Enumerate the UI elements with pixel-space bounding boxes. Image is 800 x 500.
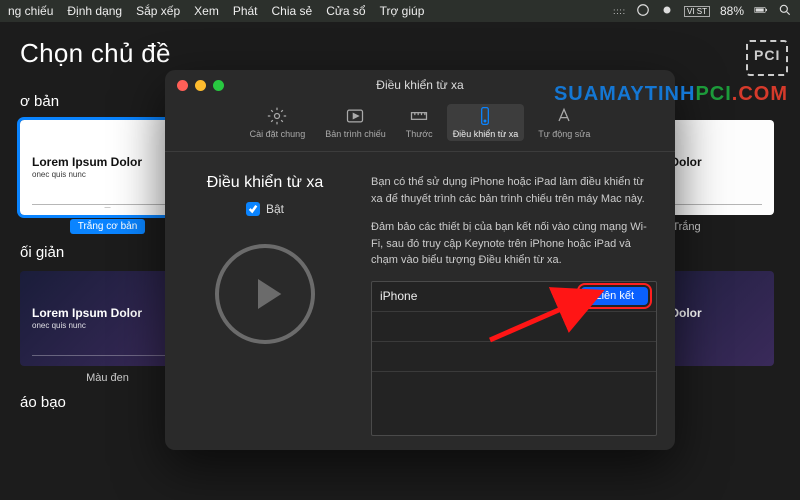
menu-item[interactable]: Định dạng: [67, 4, 122, 18]
device-name: iPhone: [380, 287, 417, 305]
menu-item[interactable]: ng chiếu: [8, 4, 53, 18]
remote-heading: Điều khiển từ xa: [207, 174, 324, 192]
minimize-window-button[interactable]: [195, 80, 206, 91]
watermark-logo-icon: [746, 40, 788, 76]
prefs-toolbar: Cài đặt chung Bản trình chiếu Thước Điều…: [165, 98, 675, 152]
device-table: iPhone Liên kết: [371, 281, 657, 437]
device-row-empty: [372, 312, 656, 342]
checkbox-label: Bật: [266, 202, 284, 216]
menu-item[interactable]: Xem: [194, 4, 219, 18]
checkbox-checked-icon: [246, 202, 260, 216]
tab-label: Điều khiển từ xa: [453, 129, 519, 139]
menu-item[interactable]: Chia sẻ: [272, 4, 313, 18]
device-row-empty: [372, 342, 656, 372]
dotted-indicator-icon: ::::: [613, 7, 626, 16]
menu-left: ng chiếu Định dạng Sắp xếp Xem Phát Chia…: [8, 4, 424, 18]
theme-title: Lorem Ipsum Dolor: [32, 306, 183, 322]
link-device-button[interactable]: Liên kết: [581, 287, 648, 305]
watermark: SUAMAYTINHPCI.COM: [554, 40, 788, 105]
remote-description-1: Bạn có thể sử dụng iPhone hoặc iPad làm …: [371, 174, 657, 207]
autocorrect-icon: [554, 106, 574, 126]
menu-item[interactable]: Cửa sổ: [326, 4, 365, 18]
gear-icon: [267, 106, 287, 126]
preferences-window: Điều khiển từ xa Cài đặt chung Bản trình…: [165, 70, 675, 450]
tab-remote[interactable]: Điều khiển từ xa: [447, 104, 525, 141]
watermark-text: .COM: [732, 83, 788, 105]
enable-remote-checkbox[interactable]: Bật: [246, 202, 284, 216]
ruler-icon: [409, 106, 429, 126]
remote-right-pane: Bạn có thể sử dụng iPhone hoặc iPad làm …: [365, 152, 675, 450]
tab-general[interactable]: Cài đặt chung: [244, 104, 312, 141]
menubar: ng chiếu Định dạng Sắp xếp Xem Phát Chia…: [0, 0, 800, 22]
play-preview-icon: [215, 244, 315, 344]
menu-item[interactable]: Phát: [233, 4, 258, 18]
input-source-badge[interactable]: VI ST: [684, 6, 710, 17]
menu-item[interactable]: Sắp xếp: [136, 4, 180, 18]
watermark-text: SUAMAYTINH: [554, 83, 696, 105]
creative-cloud-icon[interactable]: [636, 3, 650, 20]
device-row: iPhone Liên kết: [372, 282, 656, 312]
window-controls: [177, 80, 224, 91]
remote-icon: [475, 106, 495, 126]
remote-left-pane: Điều khiển từ xa Bật: [165, 152, 365, 450]
tab-rulers[interactable]: Thước: [400, 104, 439, 141]
spotlight-icon[interactable]: [778, 3, 792, 20]
battery-icon[interactable]: [754, 3, 768, 20]
tab-label: Bản trình chiếu: [325, 129, 386, 139]
tab-label: Thước: [406, 129, 433, 139]
zoom-window-button[interactable]: [213, 80, 224, 91]
theme-subtitle: onec quis nunc: [32, 321, 183, 331]
theme-caption-selected: Trắng cơ bản: [70, 219, 146, 234]
menu-right: :::: VI ST 88%: [613, 3, 792, 20]
theme-subtitle: onec quis nunc: [32, 170, 183, 180]
menu-item[interactable]: Trợ giúp: [380, 4, 425, 18]
tab-label: Cài đặt chung: [250, 129, 306, 139]
battery-text: 88%: [720, 4, 744, 18]
watermark-text: PCI: [695, 83, 731, 105]
tab-label: Tự động sửa: [538, 129, 590, 139]
remote-description-2: Đảm bảo các thiết bị của bạn kết nối vào…: [371, 219, 657, 269]
theme-title: Lorem Ipsum Dolor: [32, 155, 183, 171]
record-icon[interactable]: [660, 3, 674, 20]
play-rect-icon: [345, 106, 365, 126]
tab-autocorrect[interactable]: Tự động sửa: [532, 104, 596, 141]
close-window-button[interactable]: [177, 80, 188, 91]
device-row-empty: [372, 372, 656, 436]
tab-slideshow[interactable]: Bản trình chiếu: [319, 104, 392, 141]
